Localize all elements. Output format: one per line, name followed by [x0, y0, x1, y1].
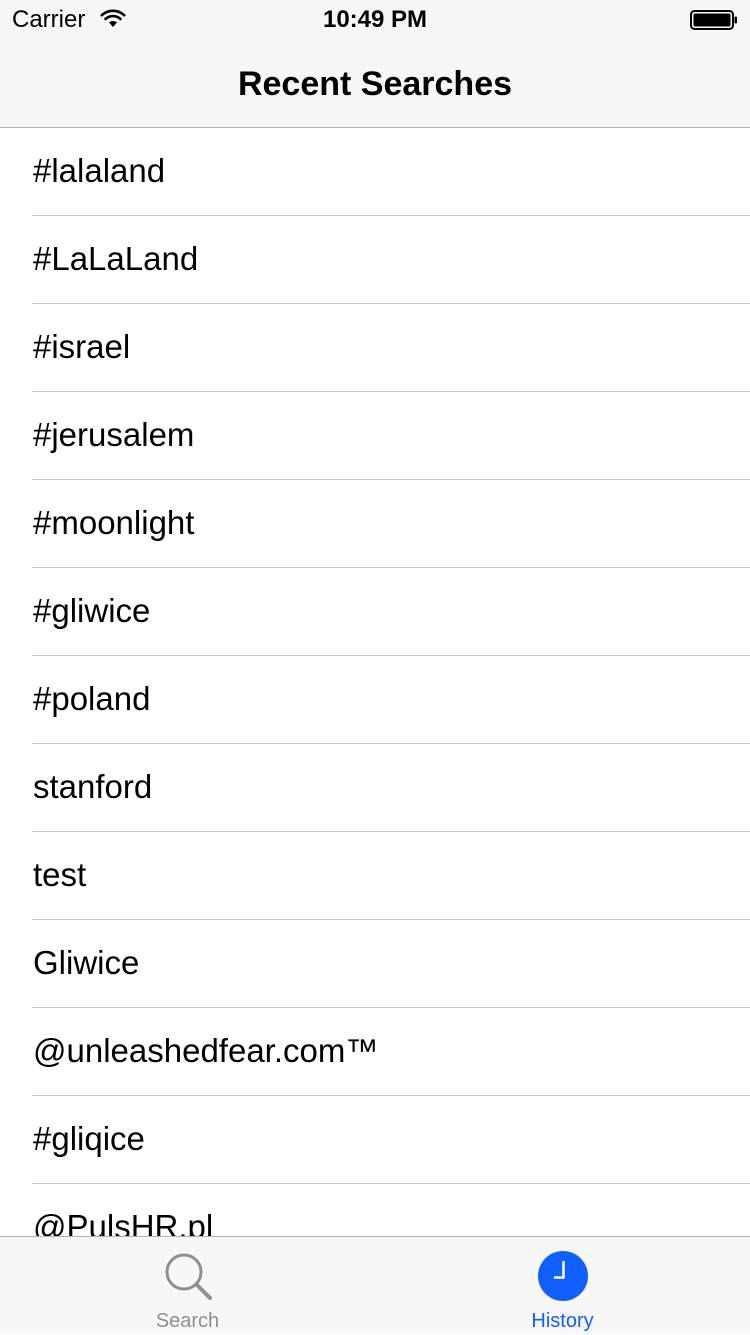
list-item-label: test [33, 856, 87, 893]
search-icon [165, 1253, 212, 1300]
list-item-label: #gliqice [33, 1120, 145, 1157]
tab-history-label: History [531, 1310, 594, 1332]
status-bar: Carrier 10:49 PM [0, 0, 750, 40]
list-item[interactable]: #gliqice [0, 1096, 750, 1184]
recent-searches-list[interactable]: #lalaland #LaLaLand #israel #jerusalem #… [0, 128, 750, 1236]
list-item[interactable]: @PulsHR.pl [0, 1184, 750, 1236]
clock-icon [538, 1251, 588, 1301]
battery-icon [690, 10, 737, 30]
list-item[interactable]: #moonlight [0, 480, 750, 568]
list-item[interactable]: #LaLaLand [0, 216, 750, 304]
list-item-label: #israel [33, 328, 131, 365]
navigation-bar: Recent Searches [0, 40, 750, 128]
list-item-label: Gliwice [33, 944, 140, 981]
list-item[interactable]: #gliwice [0, 568, 750, 656]
list-item-label: #gliwice [33, 592, 151, 629]
list-item[interactable]: test [0, 832, 750, 920]
tab-bar: Search History [0, 1236, 750, 1334]
list-item-label: #lalaland [33, 152, 166, 189]
tab-search[interactable]: Search [0, 1237, 375, 1335]
list-item[interactable]: @unleashedfear.com™ [0, 1008, 750, 1096]
list-item[interactable]: #israel [0, 304, 750, 392]
list-item-label: #LaLaLand [33, 240, 199, 277]
list-item-label: #moonlight [33, 504, 195, 541]
list-item-label: #poland [33, 680, 151, 717]
status-time: 10:49 PM [322, 6, 428, 33]
list-item-label: @PulsHR.pl [33, 1208, 214, 1236]
list-item[interactable]: stanford [0, 744, 750, 832]
list-item[interactable]: #poland [0, 656, 750, 744]
list-item[interactable]: #lalaland [0, 128, 750, 216]
list-item-label: stanford [33, 768, 153, 805]
list-item[interactable]: Gliwice [0, 920, 750, 1008]
list-item-label: @unleashedfear.com™ [33, 1032, 379, 1069]
tab-search-label: Search [155, 1310, 220, 1332]
list-item[interactable]: #jerusalem [0, 392, 750, 480]
list-item-label: #jerusalem [33, 416, 195, 453]
tab-history[interactable]: History [375, 1237, 750, 1335]
page-title: Recent Searches [237, 65, 513, 103]
